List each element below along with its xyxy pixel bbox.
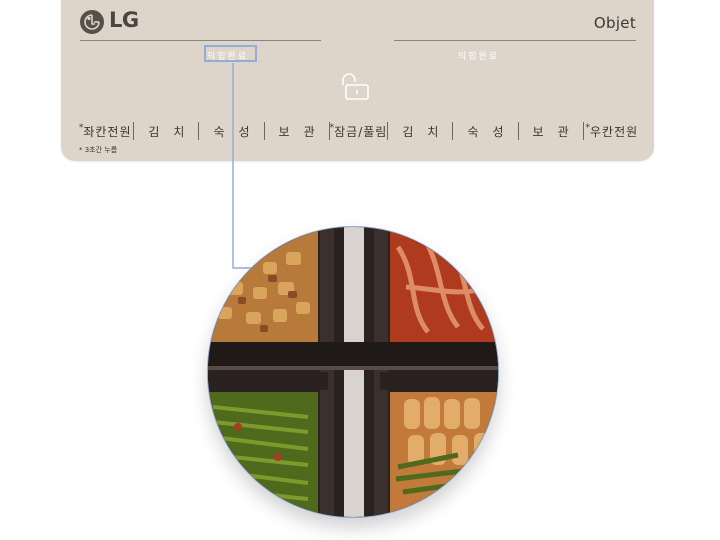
- right-store-button[interactable]: 보관: [519, 123, 583, 140]
- footnote: * 3초간 누름: [79, 146, 118, 154]
- left-kimchi-button[interactable]: 김치: [134, 123, 198, 140]
- lg-logo-icon: [80, 10, 104, 34]
- right-ripen-button[interactable]: 숙성: [453, 123, 517, 140]
- right-kimchi-button[interactable]: 김치: [388, 123, 452, 140]
- left-ripen-button[interactable]: 숙성: [199, 123, 263, 140]
- left-store-button[interactable]: 보관: [265, 123, 329, 140]
- divider-right: [394, 40, 636, 41]
- lock-open-icon[interactable]: [337, 72, 371, 106]
- series-name: Objet: [593, 14, 636, 32]
- left-power-button[interactable]: *좌칸전원: [77, 123, 133, 140]
- divider-left: [80, 40, 321, 41]
- zoom-detail-image: [207, 226, 499, 518]
- lock-release-button[interactable]: *잠금/풀림: [330, 123, 388, 140]
- control-buttons-row: *좌칸전원 김치 숙성 보관 *잠금/풀림 김치 숙성 보관 *우칸전원: [77, 121, 640, 141]
- status-right: 익힘완료: [458, 52, 500, 62]
- lock-release-label: 잠금/풀림: [334, 124, 388, 139]
- brand-name: LG: [109, 8, 139, 32]
- left-power-label: 좌칸전원: [83, 124, 132, 139]
- right-power-button[interactable]: *우칸전원: [584, 123, 640, 140]
- right-power-label: 우칸전원: [589, 124, 639, 139]
- control-panel: LG Objet 익힘완료 익힘완료 *좌칸전원 김치 숙성 보관 *잠금/풀림…: [61, 0, 654, 161]
- status-highlight-box: [204, 45, 257, 62]
